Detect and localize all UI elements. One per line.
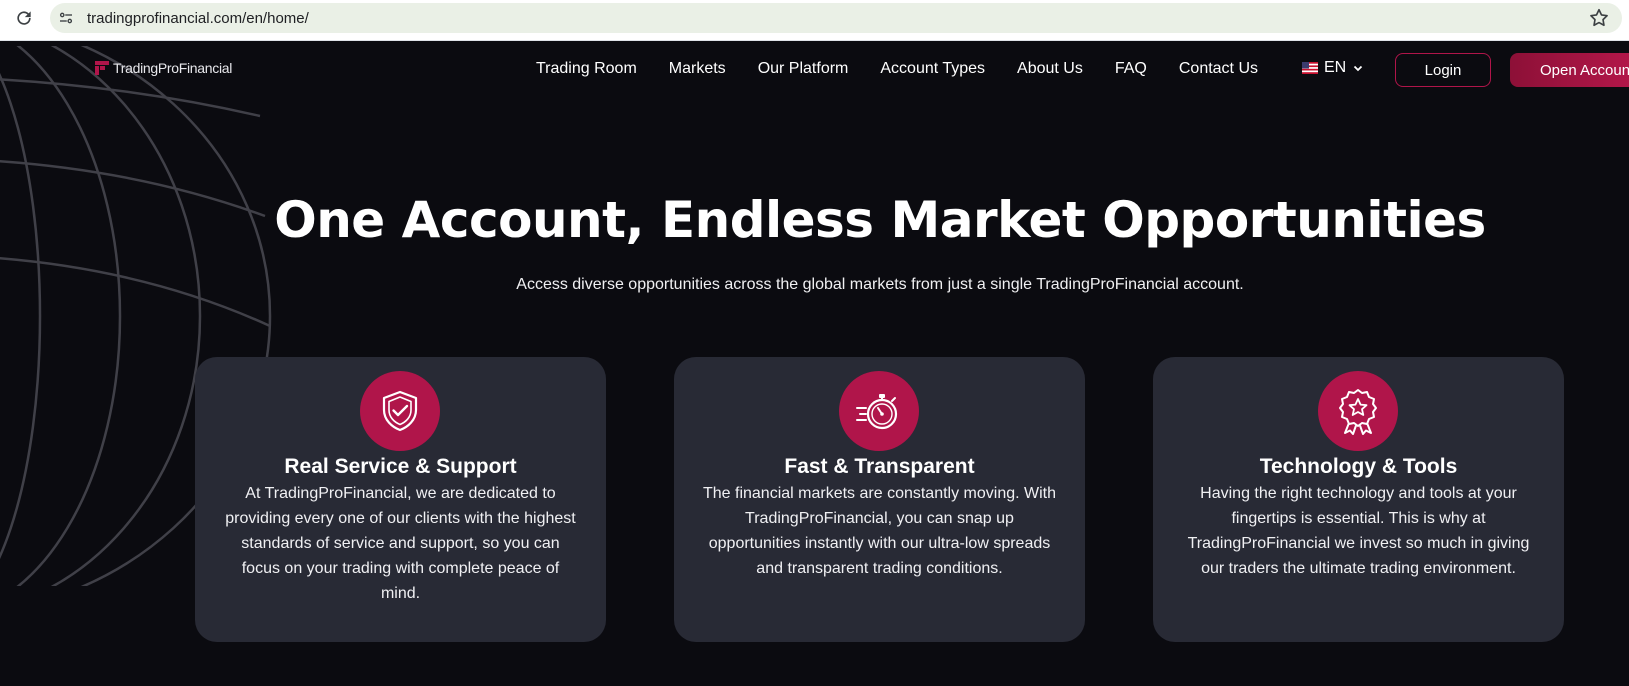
logo[interactable]: TradingProFinancial	[95, 60, 232, 76]
nav-item-about-us[interactable]: About Us	[1017, 60, 1083, 78]
login-button[interactable]: Login	[1395, 53, 1491, 87]
feature-card-technology: Technology & Tools Having the right tech…	[1153, 357, 1564, 642]
nav-item-markets[interactable]: Markets	[669, 60, 726, 78]
language-label: EN	[1324, 59, 1347, 76]
logo-mark-icon	[95, 61, 109, 75]
address-bar[interactable]: tradingprofinancial.com/en/home/	[50, 3, 1622, 33]
url-text[interactable]: tradingprofinancial.com/en/home/	[87, 10, 309, 27]
feature-icon-badge	[360, 371, 440, 451]
open-account-button[interactable]: Open Account	[1510, 53, 1629, 87]
main-navigation: TradingProFinancial Trading Room Markets…	[0, 41, 1629, 101]
browser-toolbar: tradingprofinancial.com/en/home/	[0, 0, 1629, 41]
feature-title: Real Service & Support	[284, 455, 517, 478]
feature-icon-badge	[839, 371, 919, 451]
shield-check-icon	[382, 390, 418, 432]
nav-item-contact-us[interactable]: Contact Us	[1179, 60, 1258, 78]
award-badge-icon	[1339, 389, 1377, 435]
nav-menu: Trading Room Markets Our Platform Accoun…	[536, 60, 1290, 78]
hero-subtitle: Access diverse opportunities across the …	[516, 276, 1244, 293]
page: TradingProFinancial Trading Room Markets…	[0, 41, 1629, 686]
hero-title: One Account, Endless Market Opportunitie…	[274, 191, 1486, 249]
us-flag-icon	[1302, 62, 1318, 74]
language-selector[interactable]: EN	[1302, 59, 1364, 77]
nav-item-account-types[interactable]: Account Types	[880, 60, 985, 78]
feature-text: The financial markets are constantly mov…	[702, 485, 1057, 577]
feature-text: Having the right technology and tools at…	[1187, 485, 1530, 577]
feature-icon-badge	[1318, 371, 1398, 451]
feature-card-service: Real Service & Support At TradingProFina…	[195, 357, 606, 642]
logo-text: TradingProFinancial	[113, 60, 233, 76]
nav-item-trading-room[interactable]: Trading Room	[536, 60, 637, 78]
nav-item-faq[interactable]: FAQ	[1115, 60, 1147, 78]
feature-text: At TradingProFinancial, we are dedicated…	[225, 485, 576, 602]
bookmark-star-icon[interactable]	[1588, 7, 1610, 29]
nav-item-our-platform[interactable]: Our Platform	[758, 60, 849, 78]
stopwatch-icon	[856, 394, 898, 430]
feature-card-fast: Fast & Transparent The financial markets…	[674, 357, 1085, 642]
feature-title: Technology & Tools	[1259, 455, 1458, 478]
site-info-icon[interactable]	[57, 9, 75, 27]
chevron-down-icon	[1354, 65, 1363, 72]
feature-title: Fast & Transparent	[784, 455, 975, 478]
reload-icon[interactable]	[14, 8, 34, 28]
